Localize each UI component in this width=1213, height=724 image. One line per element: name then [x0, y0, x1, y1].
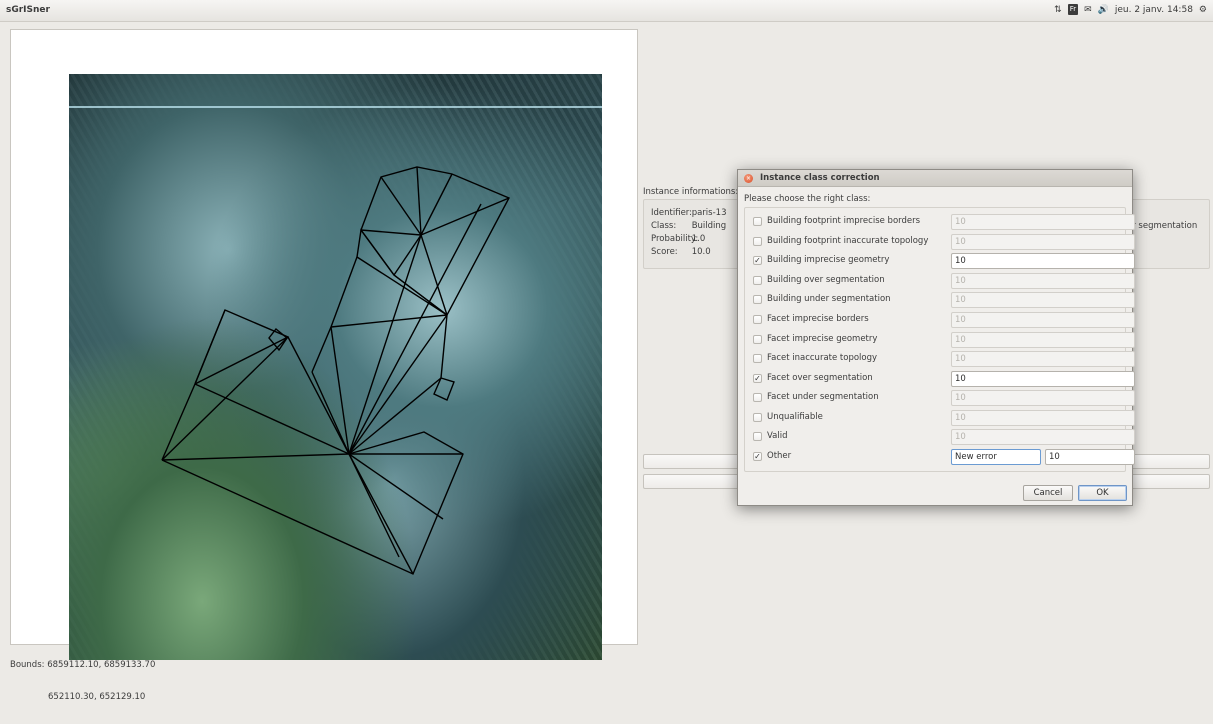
checkbox[interactable] — [753, 237, 762, 246]
score-input: 10 — [951, 273, 1135, 289]
checkbox[interactable] — [753, 413, 762, 422]
ok-button[interactable]: OK — [1078, 485, 1127, 501]
network-icon[interactable]: ⇅ — [1054, 5, 1062, 15]
option-facet-under-segmentation[interactable]: Facet under segmentation 10 — [753, 390, 1135, 406]
close-icon[interactable]: × — [744, 174, 753, 183]
instance-class-text: er segmentation — [1127, 221, 1198, 231]
cancel-button[interactable]: Cancel — [1023, 485, 1073, 501]
score-input: 10 — [951, 410, 1135, 426]
checkbox[interactable] — [753, 276, 762, 285]
instance-geometry-overlay — [69, 106, 602, 575]
mail-icon[interactable]: ✉ — [1084, 5, 1092, 15]
option-building-under-segmentation[interactable]: Building under segmentation 10 — [753, 292, 1135, 308]
checkbox-checked[interactable]: ✓ — [753, 452, 762, 461]
option-unqualifiable[interactable]: Unqualifiable 10 — [753, 410, 1135, 426]
bounds-label: Bounds: 6859112.10, 6859133.70 — [10, 660, 156, 670]
instance-class-correction-dialog: × Instance class correction Please choos… — [737, 169, 1135, 506]
score-input: 10 — [951, 312, 1135, 328]
class-key: Class: — [651, 221, 677, 231]
dialog-title: Instance class correction — [760, 173, 880, 183]
probability-key: Probability: — [651, 234, 699, 244]
checkbox[interactable] — [753, 335, 762, 344]
score-input: 10 — [951, 292, 1135, 308]
score-value: 10.0 — [691, 247, 711, 257]
top-panel: sGrISner ⇅ Fr ✉ 🔊 jeu. 2 janv. 14:58 ⚙ — [0, 0, 1213, 22]
gear-icon[interactable]: ⚙ — [1199, 5, 1207, 15]
keyboard-icon[interactable]: Fr — [1067, 4, 1079, 15]
class-options-group: Building footprint imprecise borders 10 … — [744, 207, 1135, 472]
volume-icon[interactable]: 🔊 — [1098, 5, 1109, 15]
option-facet-imprecise-geometry[interactable]: Facet imprecise geometry 10 — [753, 332, 1135, 348]
probability-value: 1.0 — [691, 234, 706, 244]
aerial-image[interactable] — [69, 74, 602, 660]
system-tray: ⇅ Fr ✉ 🔊 jeu. 2 janv. 14:58 ⚙ — [1054, 4, 1207, 15]
option-valid[interactable]: Valid 10 — [753, 429, 1135, 445]
identifier-value: paris-13 — [691, 208, 727, 218]
option-building-footprint-inaccurate-topology[interactable]: Building footprint inaccurate topology 1… — [753, 234, 1135, 250]
score-input: 10 — [951, 351, 1135, 367]
checkbox[interactable] — [753, 432, 762, 441]
dialog-titlebar[interactable]: × Instance class correction — [738, 170, 1132, 187]
score-input: 10 — [951, 390, 1135, 406]
option-facet-imprecise-borders[interactable]: Facet imprecise borders 10 — [753, 312, 1135, 328]
identifier-key: Identifier: — [651, 208, 693, 218]
checkbox[interactable] — [753, 217, 762, 226]
option-building-imprecise-geometry[interactable]: ✓ Building imprecise geometry 10 — [753, 253, 1135, 269]
option-building-footprint-imprecise-borders[interactable]: Building footprint imprecise borders 10 — [753, 214, 1135, 230]
score-input: 10 — [951, 332, 1135, 348]
bounds-label-2: 652110.30, 652129.10 — [48, 692, 146, 702]
checkbox[interactable] — [753, 354, 762, 363]
score-input[interactable]: 10 — [1045, 449, 1135, 465]
class-value: Building — [691, 221, 727, 231]
checkbox-checked[interactable]: ✓ — [753, 374, 762, 383]
instance-info-title: Instance informations: — [643, 187, 739, 197]
other-name-input[interactable]: New error — [951, 449, 1041, 465]
score-input[interactable]: 10 — [951, 253, 1135, 269]
option-building-over-segmentation[interactable]: Building over segmentation 10 — [753, 273, 1135, 289]
checkbox[interactable] — [753, 393, 762, 402]
checkbox-checked[interactable]: ✓ — [753, 256, 762, 265]
option-facet-over-segmentation[interactable]: ✓ Facet over segmentation 10 — [753, 371, 1135, 387]
map-panel[interactable] — [10, 29, 638, 660]
score-input: 10 — [951, 214, 1135, 230]
app-title: sGrISner — [6, 5, 50, 15]
checkbox[interactable] — [753, 315, 762, 324]
score-key: Score: — [651, 247, 678, 257]
clock[interactable]: jeu. 2 janv. 14:58 — [1115, 5, 1193, 15]
score-input[interactable]: 10 — [951, 371, 1135, 387]
dialog-prompt: Please choose the right class: — [744, 194, 871, 204]
score-input: 10 — [951, 429, 1135, 445]
score-input: 10 — [951, 234, 1135, 250]
option-other[interactable]: ✓ Other New error 10 — [753, 449, 1135, 465]
option-facet-inaccurate-topology[interactable]: Facet inaccurate topology 10 — [753, 351, 1135, 367]
checkbox[interactable] — [753, 295, 762, 304]
